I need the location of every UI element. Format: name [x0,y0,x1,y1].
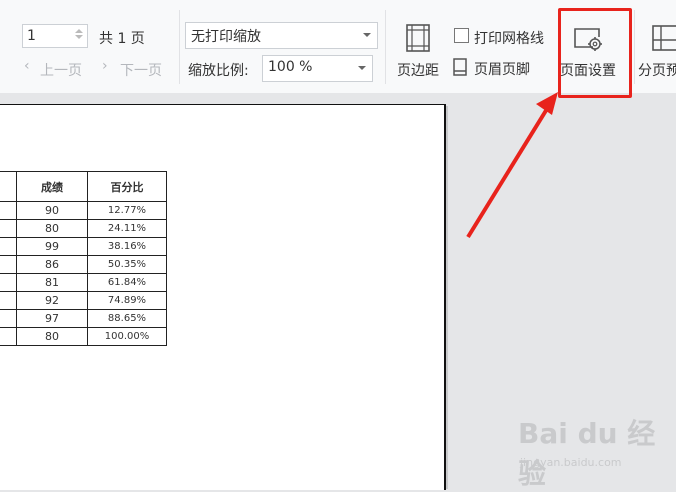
watermark-url: jingyan.baidu.com [520,456,622,469]
watermark-logo: Bai du 经验 [518,417,656,490]
